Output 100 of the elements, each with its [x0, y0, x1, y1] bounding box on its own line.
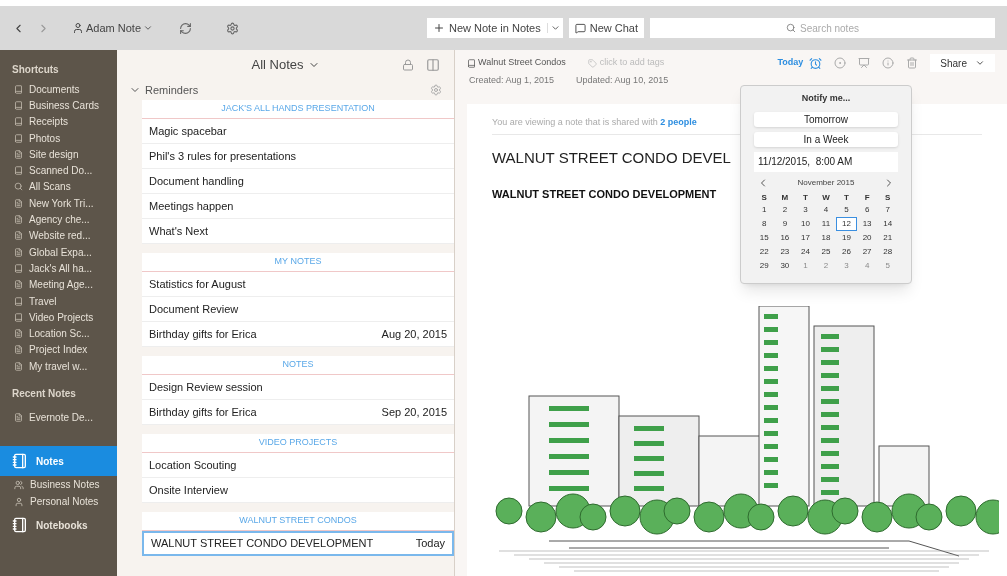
calendar-day[interactable]: 18	[815, 230, 837, 245]
calendar-day[interactable]: 1	[754, 202, 775, 217]
presentation-icon[interactable]	[858, 57, 871, 69]
sidebar-item[interactable]: Project Index	[0, 341, 117, 359]
calendar-day[interactable]: 5	[836, 202, 857, 217]
calendar-day[interactable]: 12	[836, 216, 857, 231]
weekday-label: W	[821, 191, 831, 203]
reminder-row[interactable]: Birthday gifts for Erica Sep 20, 2015	[142, 400, 454, 425]
note-title: Onsite Interview	[149, 482, 228, 498]
calendar-day[interactable]: 15	[754, 230, 775, 245]
settings-icon[interactable]	[430, 84, 442, 96]
account-menu[interactable]: Adam Note	[72, 19, 154, 37]
reminder-row[interactable]: Phil's 3 rules for presentations	[142, 144, 454, 169]
calendar-day[interactable]: 7	[877, 202, 898, 217]
new-chat-button[interactable]: New Chat	[568, 18, 644, 38]
sidebar-item[interactable]: Video Projects	[0, 309, 117, 326]
weekday-label: S	[884, 191, 892, 203]
calendar-day[interactable]: 28	[877, 244, 898, 259]
reminder-row[interactable]: Onsite Interview	[142, 478, 454, 503]
calendar-day[interactable]: 4	[815, 202, 837, 217]
note-title: Design Review session	[149, 379, 263, 395]
reminder-option-button[interactable]: In a Week	[754, 131, 898, 147]
caret-icon	[975, 58, 985, 68]
calendar-day[interactable]: 10	[795, 216, 816, 231]
sidebar-item[interactable]: My travel w...	[0, 358, 117, 375]
reminder-row[interactable]: Statistics for August	[142, 272, 454, 297]
plus-icon	[433, 22, 445, 34]
calendar-day[interactable]: 17	[795, 230, 816, 245]
calendar-day[interactable]: 24	[795, 244, 816, 259]
reminder-row[interactable]: Document handling	[142, 169, 454, 194]
person-icon	[14, 496, 24, 507]
calendar-day[interactable]: 20	[856, 230, 878, 245]
sidebar-item[interactable]: New York Tri...	[0, 195, 117, 212]
reminder-row[interactable]: Design Review session	[142, 375, 454, 400]
nav-item[interactable]: Business Notes	[0, 476, 117, 494]
calendar-day[interactable]: 27	[856, 244, 878, 259]
calendar-day[interactable]: 8	[754, 216, 775, 231]
sidebar-item[interactable]: Documents	[0, 81, 117, 98]
reminder-row[interactable]: What's Next	[142, 219, 454, 244]
reminder-row[interactable]: Location Scouting	[142, 453, 454, 478]
sidebar-item[interactable]: All Scans	[0, 178, 117, 196]
share-button[interactable]: Share	[930, 54, 995, 72]
alarm-clock-icon[interactable]	[809, 56, 823, 70]
tag-icon	[587, 58, 597, 68]
calendar-day[interactable]: 14	[877, 216, 898, 231]
note-title: WALNUT STREET CONDO DEVEL	[492, 148, 731, 168]
calendar-day[interactable]: 23	[774, 244, 796, 259]
calendar-day[interactable]: 2	[774, 202, 796, 217]
reminder-option-button[interactable]: Tomorrow	[754, 111, 898, 127]
reminder-row[interactable]: Birthday gifts for Erica Aug 20, 2015	[142, 322, 454, 347]
circle-icon[interactable]	[834, 57, 847, 69]
sidebar-item[interactable]: Travel	[0, 292, 117, 310]
calendar-day[interactable]: 9	[774, 216, 796, 231]
sidebar-item[interactable]: Evernote De...	[0, 409, 117, 426]
lock-icon[interactable]	[402, 59, 414, 71]
calendar-day[interactable]: 6	[856, 202, 878, 217]
calendar-day[interactable]: 30	[774, 258, 796, 273]
info-icon[interactable]	[882, 57, 895, 69]
sidebar-item[interactable]: Site design	[0, 146, 117, 163]
note-date: Sep 20, 2015	[381, 404, 447, 420]
sidebar-item[interactable]: Photos	[0, 129, 117, 147]
notebook-link[interactable]: Walnut Street Condos	[467, 56, 566, 70]
reminder-row[interactable]: Meetings happen	[142, 194, 454, 219]
sidebar-item[interactable]: Jack's All ha...	[0, 260, 117, 277]
sidebar-item[interactable]: Website red...	[0, 227, 117, 244]
calendar-day[interactable]: 13	[856, 216, 878, 231]
weekday-label: T	[801, 191, 809, 203]
calendar-day[interactable]: 22	[754, 244, 775, 259]
calendar-day[interactable]: 11	[815, 216, 837, 231]
sidebar-item[interactable]: Receipts	[0, 113, 117, 130]
datetime-field[interactable]: 11/12/2015, 8:00 AM	[754, 151, 898, 172]
calendar-day[interactable]: 29	[754, 258, 775, 273]
sync-icon[interactable]	[179, 21, 193, 35]
reminder-row[interactable]: WALNUT STREET CONDO DEVELOPMENT Today	[142, 531, 454, 556]
caret-icon	[143, 23, 154, 33]
note-title: What's Next	[149, 223, 208, 239]
view-icon[interactable]	[426, 58, 440, 72]
calendar-day[interactable]: 26	[836, 244, 857, 259]
note-title: Statistics for August	[149, 276, 246, 292]
people-link[interactable]: 2 people	[660, 116, 697, 127]
nav-item[interactable]: Personal Notes	[0, 493, 117, 511]
calendar-day[interactable]: 21	[877, 230, 898, 245]
calendar-day[interactable]: 16	[774, 230, 796, 245]
sidebar-item[interactable]: Agency che...	[0, 211, 117, 228]
notes-filter-dropdown[interactable]: All Notes	[251, 55, 320, 75]
sidebar-item[interactable]: Scanned Do...	[0, 162, 117, 179]
reminders-toggle[interactable]: Reminders	[129, 81, 199, 99]
note-title: Meetings happen	[149, 198, 234, 214]
calendar-day[interactable]: 3	[795, 202, 816, 217]
reminder-row[interactable]: Magic spacebar	[142, 119, 454, 144]
reminder-row[interactable]: Document Review	[142, 297, 454, 322]
sidebar-item[interactable]: Global Expa...	[0, 243, 117, 261]
sidebar-item[interactable]: Location Sc...	[0, 325, 117, 342]
nav-item[interactable]: Notes	[0, 446, 117, 477]
nav-item[interactable]: Notebooks	[0, 510, 117, 541]
sidebar-item[interactable]: Meeting Age...	[0, 276, 117, 293]
calendar-day[interactable]: 25	[815, 244, 837, 259]
calendar-day[interactable]: 19	[836, 230, 857, 245]
trash-icon[interactable]	[906, 57, 919, 69]
sidebar-item[interactable]: Business Cards	[0, 97, 117, 114]
